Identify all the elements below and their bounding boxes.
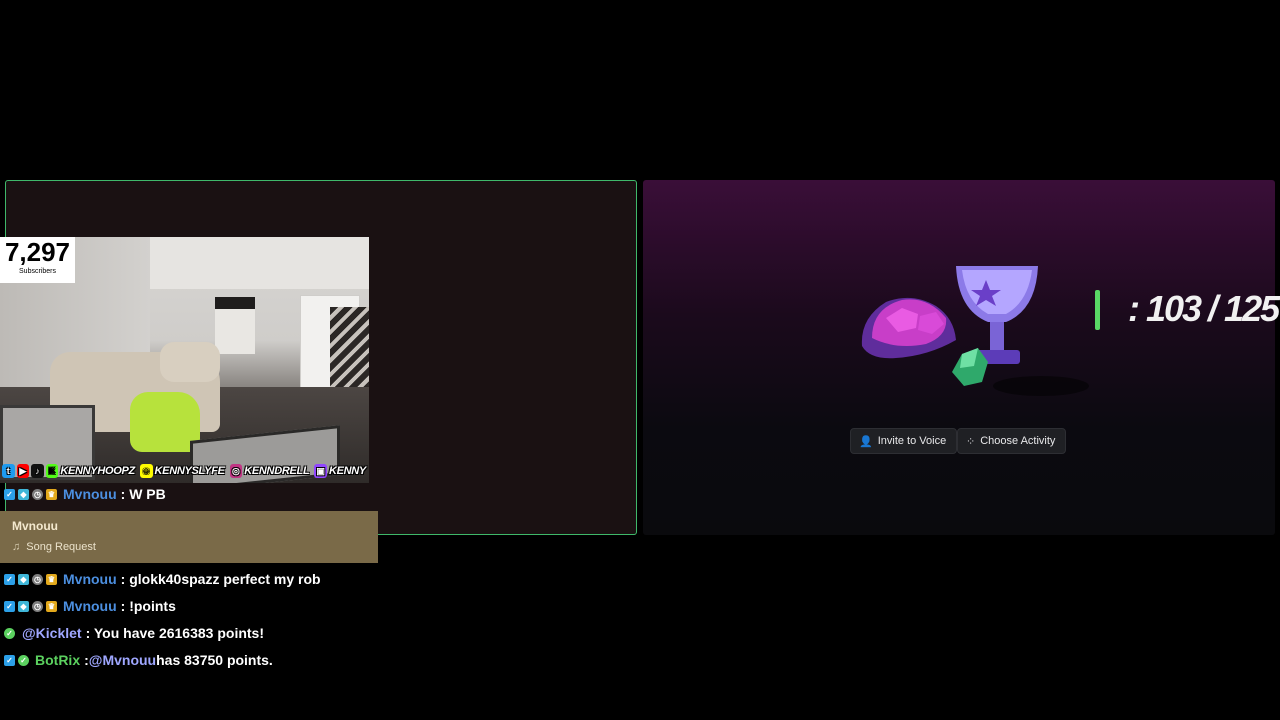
chat-message: ✓ ✓ BotRix : @Mvnouu has 83750 points. bbox=[4, 650, 273, 670]
crown-badge-icon: ♛ bbox=[46, 600, 57, 612]
clock-badge-icon: ◷ bbox=[32, 488, 43, 500]
chat-message: ✓ @Kicklet : You have 2616383 points! bbox=[4, 623, 264, 643]
invite-to-voice-button[interactable]: 👤 Invite to Voice bbox=[850, 428, 958, 454]
kick-icon: K bbox=[45, 464, 59, 478]
choose-activity-label: Choose Activity bbox=[980, 435, 1056, 447]
choose-activity-button[interactable]: ⁘ Choose Activity bbox=[957, 428, 1067, 454]
song-request-label: Song Request bbox=[26, 541, 96, 553]
crown-badge-icon: ♛ bbox=[46, 573, 57, 585]
chat-username[interactable]: Mvnouu bbox=[63, 571, 117, 587]
chat-mention[interactable]: @Mvnouu bbox=[89, 652, 156, 668]
invite-to-voice-label: Invite to Voice bbox=[877, 435, 947, 447]
tiktok-icon: ♪ bbox=[31, 464, 44, 478]
crown-badge-icon: ♛ bbox=[46, 488, 57, 500]
chat-username[interactable]: @Kicklet bbox=[22, 625, 82, 641]
clock-badge-icon: ◷ bbox=[32, 573, 43, 585]
twitch-handle: KENNY bbox=[328, 465, 366, 477]
instagram-handle: KENNDRELL bbox=[244, 465, 310, 477]
subscriber-counter: 7,297 Subscribers bbox=[0, 237, 75, 283]
snapchat-icon: ☺ bbox=[139, 464, 153, 478]
chat-username[interactable]: BotRix bbox=[35, 652, 80, 668]
chat-username[interactable]: Mvnouu bbox=[63, 486, 117, 502]
song-request-user[interactable]: Mvnouu bbox=[12, 519, 378, 533]
activity-counter: : 103 / 125 bbox=[1128, 288, 1280, 329]
chat-text: : glokk40spazz perfect my rob bbox=[120, 571, 321, 587]
progress-indicator bbox=[1095, 290, 1100, 330]
bot-badge-icon: ✓ bbox=[4, 627, 15, 639]
chat-message: ✓ ◆ ◷ ♛ Mvnouu : W PB bbox=[4, 484, 166, 504]
chat-message: ✓ ◆ ◷ ♛ Mvnouu : glokk40spazz perfect my… bbox=[4, 569, 321, 589]
chat-text: : W PB bbox=[120, 486, 166, 502]
subscriber-count: 7,297 bbox=[4, 237, 71, 267]
apps-grid-icon: ⁘ bbox=[966, 435, 976, 448]
trophy-stem bbox=[990, 322, 1004, 350]
music-note-icon: ♫ bbox=[12, 541, 21, 553]
shadow bbox=[993, 376, 1089, 396]
twitter-icon: t bbox=[2, 464, 15, 478]
cam-couch-arm bbox=[160, 342, 220, 382]
verified-badge-icon: ✓ bbox=[4, 573, 15, 585]
social-handles-bar: t ▶ ♪ K KENNYHOOPZ ☺ KENNYSLYFE ◎ KENNDR… bbox=[0, 461, 369, 481]
chat-text-tail: has 83750 points. bbox=[156, 652, 273, 668]
gem-badge-icon: ◆ bbox=[18, 573, 29, 585]
person-add-icon: 👤 bbox=[859, 435, 873, 448]
subscriber-label: Subscribers bbox=[19, 268, 56, 275]
youtube-icon: ▶ bbox=[16, 464, 30, 478]
gem-badge-icon: ◆ bbox=[18, 600, 29, 612]
instagram-icon: ◎ bbox=[229, 464, 243, 478]
chat-message: ✓ ◆ ◷ ♛ Mvnouu : !points bbox=[4, 596, 176, 616]
chat-text: : You have 2616383 points! bbox=[85, 625, 265, 641]
kick-handle: KENNYHOOPZ bbox=[60, 465, 135, 477]
trophy-illustration bbox=[861, 266, 1089, 396]
song-request-type: ♫ Song Request bbox=[12, 541, 378, 553]
clock-badge-icon: ◷ bbox=[32, 600, 43, 612]
gem-badge-icon: ◆ bbox=[18, 488, 29, 500]
chat-username[interactable]: Mvnouu bbox=[63, 598, 117, 614]
chat-text: : !points bbox=[120, 598, 176, 614]
verified-badge-icon: ✓ bbox=[4, 488, 15, 500]
snapchat-handle: KENNYSLYFE bbox=[154, 465, 225, 477]
twitch-icon: ▣ bbox=[314, 464, 327, 478]
song-request-card: Mvnouu ♫ Song Request bbox=[0, 511, 378, 563]
cam-ceiling bbox=[150, 237, 369, 289]
verified-badge-icon: ✓ bbox=[4, 654, 15, 666]
verified-badge-icon: ✓ bbox=[4, 600, 15, 612]
bot-badge-icon: ✓ bbox=[18, 654, 29, 666]
cam-window bbox=[215, 297, 255, 354]
